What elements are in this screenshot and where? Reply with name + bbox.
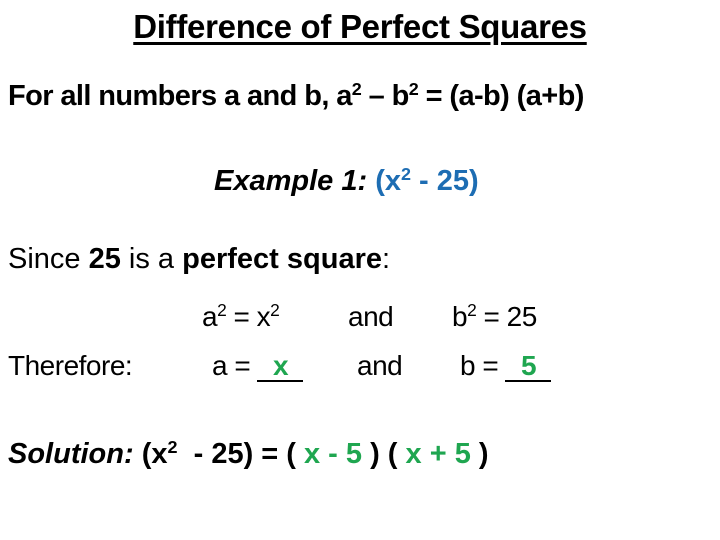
exponent: 2	[217, 300, 227, 321]
and-word: and	[357, 350, 403, 381]
eq-text: a	[202, 301, 218, 332]
a-solution: a = x	[212, 350, 304, 382]
since-text: is a	[120, 243, 183, 275]
sol-text: )	[470, 438, 489, 470]
page-title: Difference of Perfect Squares	[133, 8, 587, 45]
exponent: 2	[270, 300, 280, 321]
sol-text: (x	[133, 438, 168, 470]
therefore-label: Therefore:	[8, 350, 133, 381]
eq-text: = 25	[476, 301, 538, 332]
since-bold: perfect square	[182, 243, 382, 275]
since-statement: Since 25 is a perfect square:	[8, 243, 390, 276]
expr-text: - 25)	[410, 165, 479, 197]
exponent: 2	[467, 300, 477, 321]
since-text: :	[381, 243, 391, 275]
and-word: and	[348, 301, 394, 332]
a-squared-equation: a2 = x2	[202, 300, 280, 333]
example-label: Example 1:	[214, 165, 368, 197]
expr-text: (x	[367, 165, 401, 197]
b-solution: b = 5	[460, 350, 552, 382]
exponent: 2	[167, 437, 178, 458]
rule-statement: For all numbers a and b, a2 – b2 = (a-b)…	[8, 79, 585, 113]
eq-text: b	[452, 301, 468, 332]
exponent: 2	[351, 79, 362, 100]
exponent: 2	[408, 79, 419, 100]
b-squared-equation: b2 = 25	[452, 300, 538, 333]
a-answer-blank: x	[257, 352, 304, 382]
since-text: Since	[8, 243, 89, 275]
example-heading: Example 1: (x2 - 25)	[214, 164, 479, 198]
rule-text: = (a-b) (a+b)	[418, 80, 585, 112]
factor-one: x - 5	[304, 438, 363, 470]
sol-text: ) (	[362, 438, 406, 470]
rule-text: – b	[361, 80, 410, 112]
solution-statement: Solution: (x2 - 25) = ( x - 5 ) ( x + 5 …	[8, 437, 489, 471]
eq-text: a =	[212, 350, 258, 381]
since-bold: 25	[88, 243, 121, 275]
factor-two: x + 5	[405, 438, 471, 470]
rule-text: For all numbers a and b, a	[8, 80, 352, 112]
eq-text: = x	[226, 301, 271, 332]
b-answer-blank: 5	[505, 352, 552, 382]
exponent: 2	[400, 164, 411, 185]
eq-text: b =	[460, 350, 506, 381]
example-expression: (x2 - 25)	[367, 164, 479, 197]
sol-text: - 25) = (	[177, 438, 304, 470]
solution-label: Solution:	[8, 438, 134, 470]
